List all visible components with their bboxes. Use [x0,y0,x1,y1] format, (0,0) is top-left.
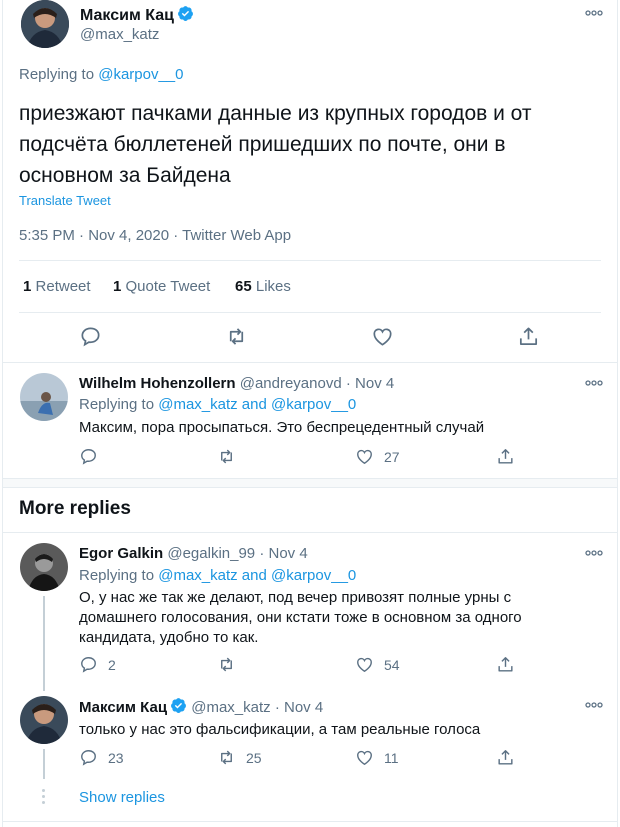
divider [19,260,601,261]
divider [3,821,617,822]
replying-label: Replying to [79,396,155,413]
replying-label: Replying to [79,567,155,584]
like-count: 27 [384,448,400,465]
more-icon[interactable] [583,546,605,560]
more-icon[interactable] [583,376,605,390]
replying-label: Replying to [19,66,95,83]
main-tweet-author-name[interactable]: Максим Кац [80,7,174,24]
share-icon [498,750,513,765]
like-count: 54 [384,656,400,673]
retweet-icon [221,449,232,464]
retweets-label: Retweet [35,278,91,295]
retweet-count: 25 [246,749,262,766]
reply-icon [81,750,96,766]
main-tweet-handle[interactable]: @max_katz [80,26,159,43]
reply-3-like-button[interactable]: 11 [355,748,399,767]
reply-3-handle[interactable]: @max_katz [191,699,270,716]
reply-3-author-name[interactable]: Максим Кац [79,699,167,716]
main-share-button[interactable] [517,325,540,348]
reply-1-replying: Replying to @max_katz and @karpov__0 [79,396,356,413]
like-icon [357,657,372,673]
reply-2-date[interactable]: · Nov 4 [259,545,307,562]
verified-icon [177,6,193,21]
thread-line [43,596,45,691]
main-tweet-timestamp[interactable]: 5:35 PM · Nov 4, 2020 · Twitter Web App [19,227,291,244]
reply-1-reply-button[interactable] [79,447,108,466]
more-icon[interactable] [583,6,605,20]
reply-2-share-button[interactable] [496,655,515,674]
reply-3-reply-button[interactable]: 23 [79,748,124,767]
like-icon [357,750,372,766]
likes-label: Likes [255,278,291,295]
reply-3-text: только у нас это фальсификации, а там ре… [79,721,481,738]
reply-count: 23 [108,749,124,766]
reply-1-like-button[interactable]: 27 [355,447,400,466]
like-icon [357,449,372,465]
like-icon [373,328,392,346]
divider [3,362,617,363]
main-reply-button[interactable] [79,325,102,348]
reply-1-header: Wilhelm Hohenzollern @andreyanovd · Nov … [79,375,394,392]
main-tweet-text: приезжают пачками данные из крупных горо… [19,102,532,187]
reply-2-like-button[interactable]: 54 [355,655,400,674]
reply-1-retweet-button[interactable] [217,447,246,466]
reply-2-header: Egor Galkin @egalkin_99 · Nov 4 [79,545,308,562]
reply-count: 2 [108,656,116,673]
main-tweet-author[interactable]: Максим Кац [80,5,194,25]
reply-3-retweet-button[interactable]: 25 [217,748,262,767]
likes-stat[interactable]: 65 Likes [235,278,291,295]
retweets-count: 1 [23,278,32,295]
reply-icon [81,657,96,673]
divider [19,312,601,313]
reply-1-date[interactable]: · Nov 4 [346,375,394,392]
reply-2-author-name[interactable]: Egor Galkin [79,545,163,562]
likes-count: 65 [235,278,252,295]
reply-3-avatar[interactable] [20,696,68,744]
divider [3,532,617,533]
main-tweet-avatar[interactable] [21,0,69,48]
thread-dots [42,789,45,807]
retweet-icon [221,657,232,672]
reply-icon [81,449,96,465]
replying-to-link[interactable]: @karpov__0 [98,66,183,83]
reply-2-replying: Replying to @max_katz and @karpov__0 [79,567,356,584]
main-tweet-replying: Replying to @karpov__0 [19,66,184,83]
reply-1-text: Максим, пора просыпаться. Это беспрецеде… [79,419,485,436]
thread-line [43,749,45,779]
reply-1-handle[interactable]: @andreyanovd [240,375,342,392]
retweet-icon [221,750,232,765]
reply-2-handle[interactable]: @egalkin_99 [167,545,255,562]
main-like-button[interactable] [371,325,394,348]
retweet-icon [229,328,244,345]
replying-to-link[interactable]: @max_katz and @karpov__0 [158,567,356,584]
reply-1-share-button[interactable] [496,447,515,466]
more-replies-heading: More replies [19,498,131,519]
share-icon [519,327,538,346]
reply-2-text: О, у нас же так же делают, под вечер при… [79,589,522,646]
section-separator [3,478,617,488]
reply-2-retweet-button[interactable] [217,655,246,674]
more-icon[interactable] [583,698,605,712]
reply-icon [81,327,100,347]
reply-2-reply-button[interactable]: 2 [79,655,116,674]
reply-3-date[interactable]: · Nov 4 [275,699,323,716]
reply-2-avatar[interactable] [20,543,68,591]
quotes-count: 1 [113,278,122,295]
share-icon [498,449,513,464]
like-count: 11 [384,749,399,766]
retweets-stat[interactable]: 1 Retweet [23,278,91,295]
reply-3-header: Максим Кац @max_katz · Nov 4 [79,697,323,716]
main-retweet-button[interactable] [225,325,248,348]
share-icon [498,657,513,672]
reply-1-author-name[interactable]: Wilhelm Hohenzollern [79,375,236,392]
reply-1-avatar[interactable] [20,373,68,421]
replying-to-link[interactable]: @max_katz and @karpov__0 [158,396,356,413]
verified-icon [171,698,186,713]
show-replies-link[interactable]: Show replies [79,789,165,806]
translate-tweet-link[interactable]: Translate Tweet [19,193,111,208]
quotes-label: Quote Tweet [125,278,211,295]
reply-3-share-button[interactable] [496,748,515,767]
quotes-stat[interactable]: 1 Quote Tweet [113,278,210,295]
